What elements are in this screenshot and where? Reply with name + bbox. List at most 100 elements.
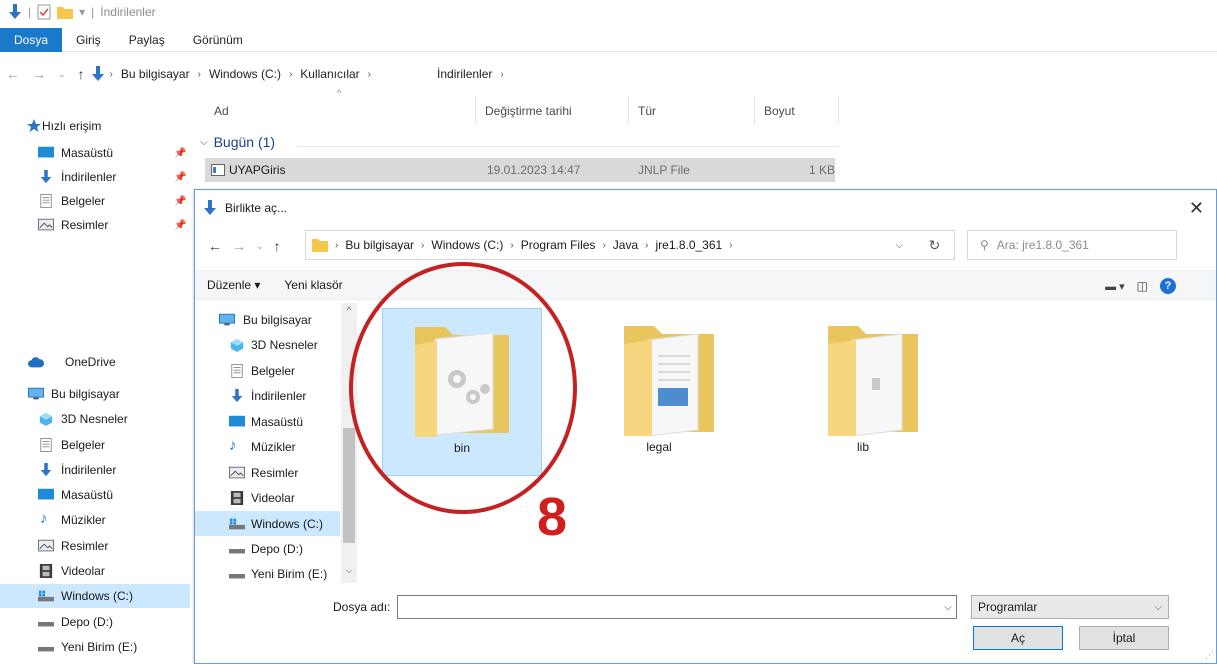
help-icon[interactable]: ?	[1160, 278, 1176, 294]
nav-3d-objects[interactable]: 3D Nesneler	[0, 407, 190, 431]
filename-dropdown-icon[interactable]: ⌵	[939, 595, 957, 619]
nav-depo-d[interactable]: Depo (D:)	[0, 610, 190, 634]
breadcrumb-chevron[interactable]: ›	[363, 69, 376, 80]
pictures-icon	[38, 539, 54, 552]
nav-desktop[interactable]: Masaüstü	[195, 409, 340, 434]
breadcrumb-users[interactable]: Kullanıcılar	[297, 67, 362, 81]
nav-onedrive[interactable]: OneDrive	[0, 350, 190, 374]
organize-button[interactable]: Düzenle ▾	[195, 278, 272, 292]
nav-yeni-birim-e[interactable]: Yeni Birim (E:)	[195, 561, 340, 586]
breadcrumb-program-files[interactable]: Program Files	[521, 238, 596, 252]
nav-videos[interactable]: Videolar	[195, 485, 340, 510]
preview-pane-icon[interactable]: ◫	[1137, 279, 1148, 293]
nav-videos[interactable]: Videolar	[0, 559, 190, 583]
nav-this-pc[interactable]: Bu bilgisayar	[0, 382, 190, 406]
filename-input[interactable]	[397, 595, 957, 619]
nav-desktop[interactable]: Masaüstü 📌	[0, 141, 190, 165]
nav-pictures[interactable]: Resimler	[0, 534, 190, 558]
nav-scrollbar[interactable]: ^ ⌵	[341, 303, 357, 583]
column-divider[interactable]	[754, 96, 755, 124]
recent-locations-button[interactable]: ⌄	[251, 241, 269, 252]
breadcrumb-chevron[interactable]: ›	[722, 240, 739, 251]
column-divider[interactable]	[475, 96, 476, 124]
nav-label: Masaüstü	[61, 488, 114, 502]
nav-windows-c[interactable]: Windows (C:)	[0, 584, 190, 608]
table-row[interactable]: UYAPGiris 19.01.2023 14:47 JNLP File 1 K…	[205, 158, 835, 182]
nav-quick-access[interactable]: Hızlı erişim	[0, 114, 190, 138]
file-type-select[interactable]: Programlar ⌵	[971, 595, 1169, 619]
nav-downloads[interactable]: İndirilenler	[195, 383, 340, 408]
dialog-title: Birlikte aç...	[225, 201, 288, 215]
nav-documents[interactable]: Belgeler 📌	[0, 189, 190, 213]
nav-downloads[interactable]: İndirilenler 📌	[0, 165, 190, 189]
cancel-button[interactable]: İptal	[1079, 626, 1169, 650]
nav-documents[interactable]: Belgeler	[195, 358, 340, 383]
up-button[interactable]: ↑	[269, 238, 286, 254]
column-name-label: Ad	[214, 104, 229, 118]
breadcrumb-java[interactable]: Java	[613, 238, 638, 252]
nav-label: Hızlı erişim	[42, 119, 102, 133]
search-placeholder: Ara: jre1.8.0_361	[996, 238, 1089, 252]
nav-depo-d[interactable]: Depo (D:)	[195, 536, 340, 561]
nav-desktop[interactable]: Masaüstü	[0, 483, 190, 507]
folder-bin[interactable]: bin	[382, 308, 542, 476]
collapse-chevron-icon[interactable]: ⌵	[200, 137, 208, 148]
nav-pictures[interactable]: Resimler 📌	[0, 213, 190, 237]
folder-legal[interactable]: legal	[579, 308, 739, 476]
refresh-icon[interactable]: ↻	[929, 237, 941, 254]
pin-icon[interactable]: 📌	[174, 148, 186, 159]
breadcrumb-jre[interactable]: jre1.8.0_361	[655, 238, 722, 252]
star-icon	[27, 119, 41, 132]
forward-button[interactable]: →	[227, 238, 251, 254]
breadcrumb-windows-c[interactable]: Windows (C:)	[431, 238, 503, 252]
breadcrumb-chevron[interactable]: ›	[284, 69, 297, 80]
nav-yeni-birim-e[interactable]: Yeni Birim (E:)	[0, 635, 190, 659]
scroll-down-icon[interactable]: ⌵	[341, 565, 357, 576]
scroll-up-icon[interactable]: ^	[341, 305, 357, 315]
breadcrumb-downloads[interactable]: İndirilenler	[434, 67, 495, 81]
column-divider[interactable]	[628, 96, 629, 124]
address-dropdown-icon[interactable]: ⌵	[896, 240, 904, 251]
nav-documents[interactable]: Belgeler	[0, 433, 190, 457]
back-button[interactable]: ←	[203, 238, 227, 254]
nav-label: Depo (D:)	[61, 615, 114, 629]
sort-ascending-icon: ^	[337, 88, 342, 98]
search-input[interactable]: ⚲ Ara: jre1.8.0_361	[967, 230, 1177, 260]
column-divider[interactable]	[838, 96, 839, 124]
dialog-title-bar[interactable]: Birlikte aç...	[195, 190, 1216, 226]
nav-downloads[interactable]: İndirilenler	[0, 458, 190, 482]
column-size-label: Boyut	[764, 104, 795, 118]
desktop-icon	[229, 415, 245, 426]
nav-label: Resimler	[251, 465, 299, 480]
nav-windows-c[interactable]: Windows (C:)	[195, 511, 340, 536]
nav-pictures[interactable]: Resimler	[195, 460, 340, 485]
address-path-box[interactable]: › Bu bilgisayar › Windows (C:) › Program…	[305, 230, 955, 260]
resize-grip-icon[interactable]: ⋰	[1205, 650, 1214, 661]
pin-icon[interactable]: 📌	[174, 220, 186, 231]
breadcrumb-this-pc[interactable]: Bu bilgisayar	[345, 238, 414, 252]
music-note-icon: ♪	[40, 510, 48, 527]
breadcrumb-chevron[interactable]: ›	[595, 240, 612, 251]
breadcrumb-chevron[interactable]: ›	[495, 69, 508, 80]
pin-icon[interactable]: 📌	[174, 196, 186, 207]
nav-music[interactable]: ♪ Müzikler	[0, 508, 190, 532]
view-options-icon[interactable]: ▬ ▾	[1105, 280, 1125, 293]
open-button[interactable]: Aç	[973, 626, 1063, 650]
nav-music[interactable]: ♪ Müzikler	[195, 434, 340, 459]
breadcrumb-chevron[interactable]: ›	[503, 240, 520, 251]
breadcrumb-windows-c[interactable]: Windows (C:)	[206, 67, 284, 81]
breadcrumb-chevron[interactable]: ›	[328, 240, 345, 251]
nav-label: Depo (D:)	[251, 541, 304, 556]
new-folder-button[interactable]: Yeni klasör	[272, 278, 354, 292]
nav-label: 3D Nesneler	[251, 337, 318, 352]
folder-lib[interactable]: lib	[783, 308, 943, 476]
scroll-thumb[interactable]	[343, 428, 355, 543]
breadcrumb-chevron[interactable]: ›	[638, 240, 655, 251]
pin-icon[interactable]: 📌	[174, 172, 186, 183]
nav-3d-objects[interactable]: 3D Nesneler	[195, 332, 340, 357]
group-header-today[interactable]: ⌵ Bugün (1)	[200, 134, 275, 150]
nav-this-pc[interactable]: Bu bilgisayar	[195, 307, 340, 332]
column-type-label: Tür	[638, 104, 656, 118]
breadcrumb-chevron[interactable]: ›	[414, 240, 431, 251]
close-icon[interactable]: ✕	[1189, 198, 1204, 219]
